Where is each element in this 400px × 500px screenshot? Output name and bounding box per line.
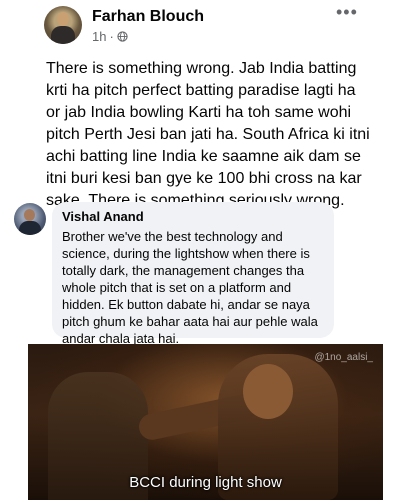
comment-author-name[interactable]: Vishal Anand	[62, 209, 144, 224]
avatar-head	[57, 12, 69, 26]
post-text: There is something wrong. Jab India batt…	[46, 60, 370, 209]
comment-text: Brother we've the best technology and sc…	[62, 229, 318, 346]
post-header: Farhan Blouch 1h · •••	[0, 0, 400, 56]
post-author-name[interactable]: Farhan Blouch	[92, 8, 204, 26]
more-options-button[interactable]: •••	[336, 2, 358, 23]
meme-caption: BCCI during light show	[129, 474, 282, 491]
commenter-avatar[interactable]	[14, 203, 46, 235]
avatar-body	[51, 26, 75, 44]
globe-icon	[117, 31, 128, 42]
post-meta: 1h ·	[92, 29, 128, 44]
meme-face	[243, 364, 293, 419]
author-avatar[interactable]	[44, 6, 82, 44]
commenter-avatar-head	[24, 209, 35, 221]
meme-watermark: @1no_aalsi_	[314, 352, 373, 363]
commenter-avatar-body	[19, 221, 41, 235]
comment-bubble: Vishal Anand Brother we've the best tech…	[52, 202, 334, 346]
meme-image[interactable]: @1no_aalsi_ BCCI during light show	[28, 344, 383, 500]
meta-separator: ·	[109, 29, 114, 44]
post-time[interactable]: 1h	[92, 29, 106, 44]
